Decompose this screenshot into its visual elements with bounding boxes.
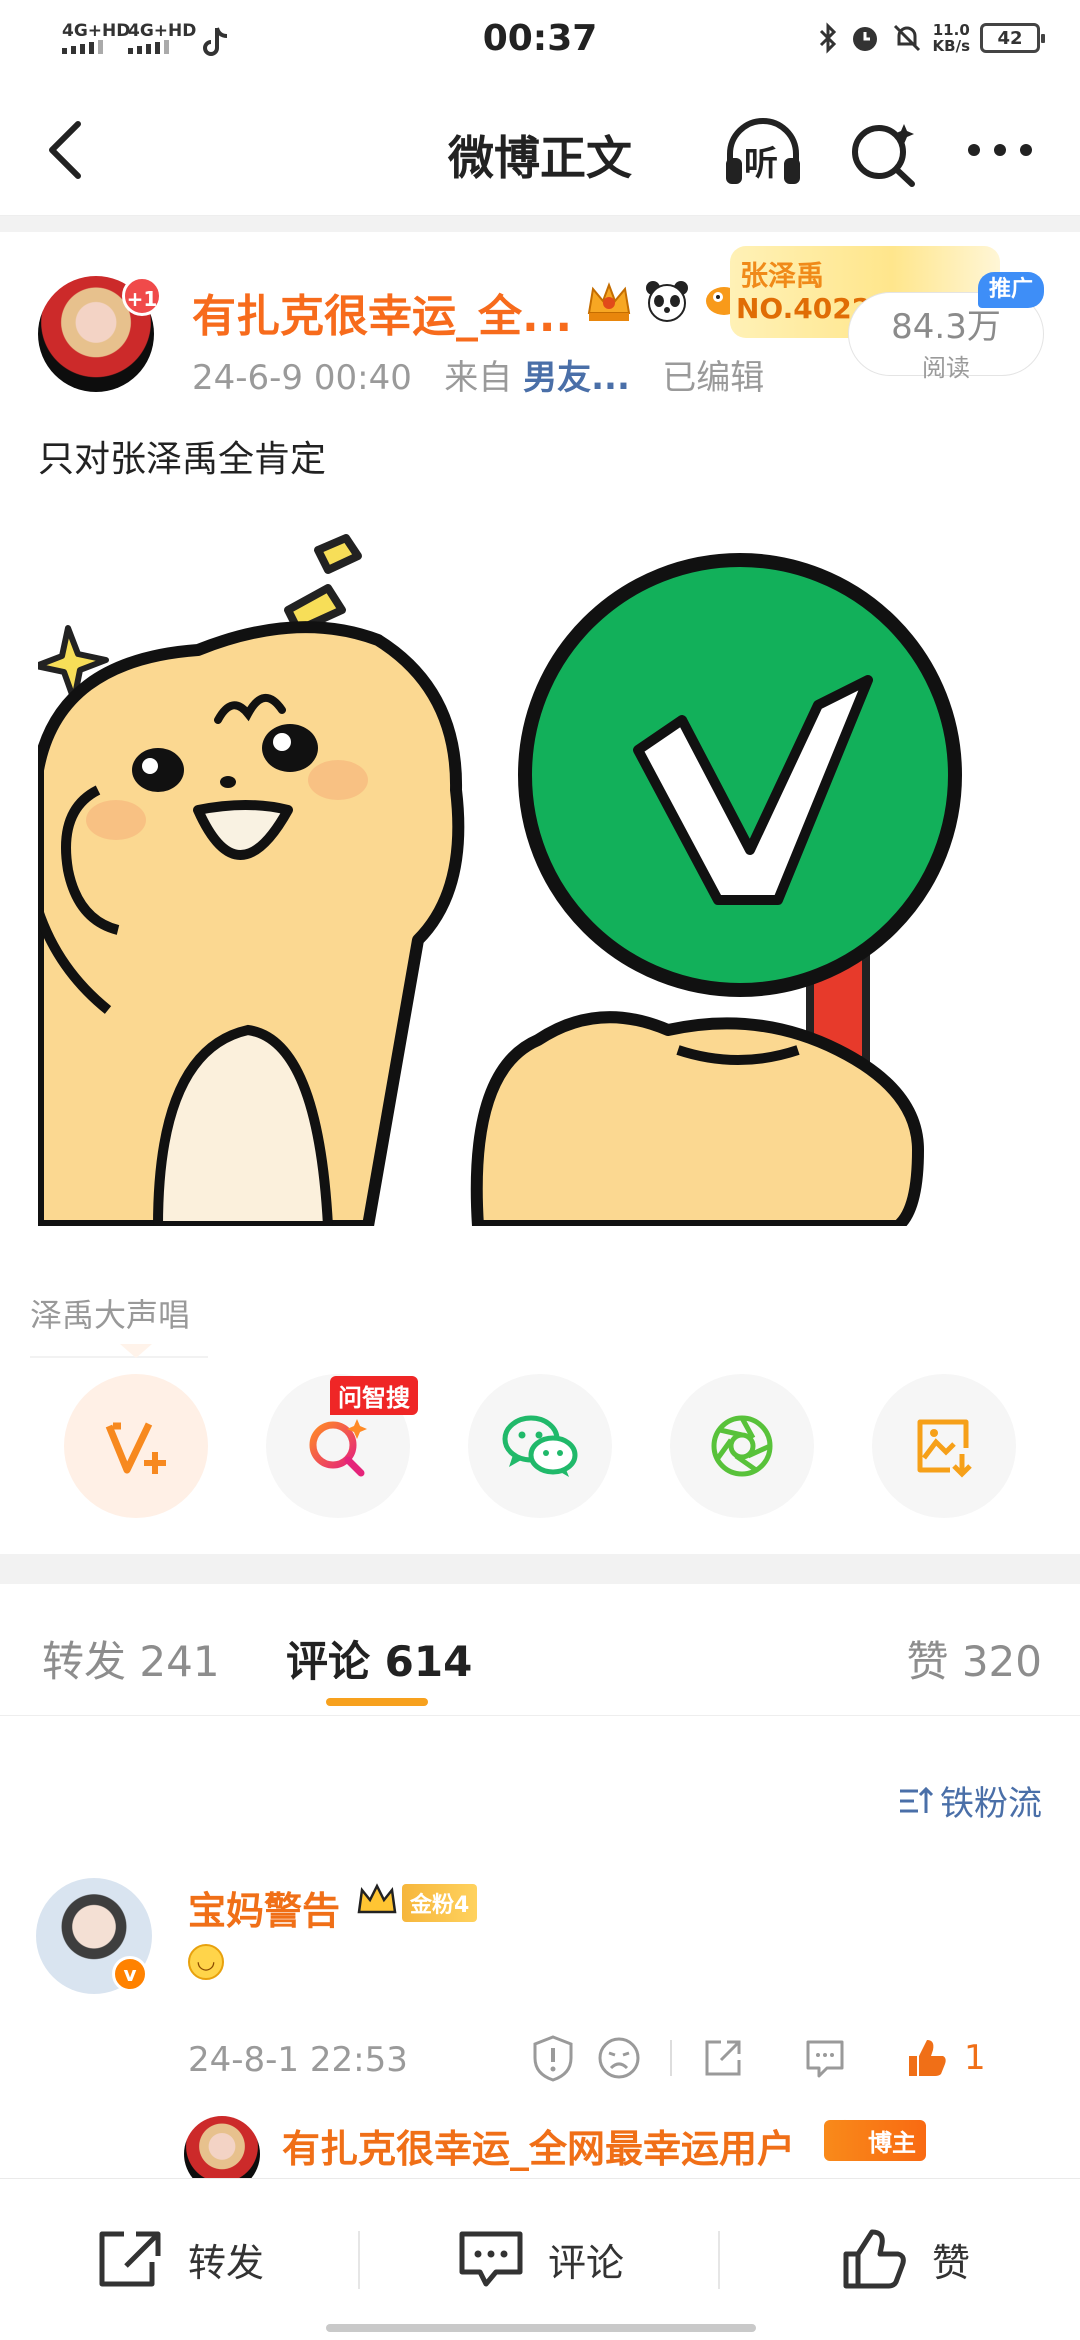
bluetooth-icon — [819, 22, 836, 54]
post-source[interactable]: 男友... — [523, 358, 630, 398]
comment-like-count: 1 — [964, 2038, 986, 2078]
dog-thumbs-up-sticker — [38, 534, 962, 1226]
feedback-tabs: 转发 241 评论 614 赞 320 — [0, 1584, 1080, 1716]
divider — [0, 1554, 1080, 1584]
tab-comment[interactable]: 评论 614 — [286, 1628, 472, 1689]
author-badge: 博主 — [824, 2120, 926, 2161]
verified-badge-icon: v — [112, 1956, 148, 1992]
comment-icon — [806, 2040, 844, 2078]
report-button[interactable] — [520, 2028, 586, 2088]
alarm-icon — [852, 27, 877, 51]
commenter-name[interactable]: 宝妈警告 — [188, 1880, 340, 1935]
moments-icon — [711, 1415, 773, 1477]
status-right: 11.0 KB/s 42 — [817, 21, 1045, 55]
share-icon — [705, 2040, 741, 2076]
more-icon[interactable] — [962, 118, 1038, 182]
reply-preview[interactable]: 有扎克很幸运_全网最幸运用户 博主 — [184, 2116, 1044, 2192]
wechat-share-button[interactable] — [468, 1374, 612, 1518]
reads-label: 阅读 — [922, 354, 970, 382]
avatar-badge: +1 — [122, 276, 162, 316]
sort-label: 铁粉流 — [940, 1784, 1042, 1824]
page-title: 微博正文 — [448, 131, 632, 185]
thumbs-up-icon — [843, 2229, 906, 2289]
save-image-button[interactable] — [872, 1374, 1016, 1518]
active-tab-indicator — [326, 1698, 428, 1706]
comment-share-button[interactable] — [690, 2028, 756, 2088]
comment-like-button[interactable] — [894, 2028, 960, 2088]
weibo-v-plus-icon — [105, 1422, 166, 1474]
repost-button[interactable]: 转发 — [96, 2219, 264, 2299]
net-speed: 11.0 KB/s — [932, 21, 970, 55]
author-name[interactable]: 有扎克很幸运_全... — [192, 280, 572, 344]
image-download-icon — [917, 1419, 972, 1478]
ai-search-icon — [309, 1419, 367, 1477]
edited-label[interactable]: 已编辑 — [662, 358, 764, 398]
fan-rank-name: 张泽禹 — [740, 259, 825, 292]
bar-separator — [358, 2231, 360, 2289]
comment-time: 24-8-1 22:53 — [188, 2040, 408, 2080]
shield-alert-icon — [533, 2035, 573, 2082]
comment-icon — [459, 2231, 523, 2287]
repost-label: 转发 — [188, 2240, 265, 2285]
fan-level-badge[interactable]: 金粉4 — [402, 1884, 478, 1922]
comment-label: 评论 — [548, 2240, 625, 2285]
bar-separator — [718, 2231, 720, 2289]
crown-icon — [357, 1883, 397, 1914]
search-icon[interactable] — [848, 118, 918, 188]
moments-share-button[interactable] — [670, 1374, 814, 1518]
home-indicator[interactable] — [326, 2324, 756, 2332]
ai-search-badge: 问智搜 — [330, 1376, 418, 1415]
author-badges — [584, 276, 750, 326]
share-row — [0, 1374, 1080, 1524]
comment-actions: 1 — [520, 2028, 986, 2088]
battery-indicator: 42 — [980, 23, 1045, 53]
dislike-button[interactable] — [586, 2028, 652, 2088]
sort-selector[interactable]: 铁粉流 — [898, 1776, 1042, 1825]
bottom-action-bar: 转发 评论 赞 — [0, 2178, 1080, 2340]
sad-face-icon — [598, 2037, 640, 2079]
thumbs-up-icon — [909, 2040, 946, 2076]
action-separator — [670, 2040, 672, 2076]
divider — [0, 216, 1080, 232]
status-bar: 4G+HD 4G+HD 00:37 11.0 KB/s 42 — [0, 0, 1080, 84]
reply-author-name: 有扎克很幸运_全网最幸运用户 — [282, 2127, 796, 2171]
comment-reply-button[interactable] — [792, 2028, 858, 2088]
like-label: 赞 — [932, 2240, 971, 2285]
like-button[interactable]: 赞 — [840, 2219, 970, 2299]
tab-like[interactable]: 赞 320 — [906, 1628, 1042, 1689]
listen-label: 听 — [744, 144, 778, 184]
repost-icon — [99, 2231, 161, 2287]
promo-badge[interactable]: 推广 — [978, 272, 1044, 308]
topic-tag[interactable]: 泽禹大声唱 — [30, 1290, 208, 1358]
crown-badge-icon[interactable] — [584, 276, 634, 326]
post-time: 24-6-9 00:40 — [192, 358, 412, 398]
topic-pointer — [120, 1344, 152, 1358]
smirk-emoji-icon: ◡ — [188, 1944, 224, 1980]
panda-badge-icon[interactable] — [642, 276, 692, 326]
post-header: +1 有扎克很幸运_全... 张泽禹 NO.4022 84.3万 阅读 推广 2… — [0, 246, 1080, 416]
listen-button[interactable]: 听 — [722, 118, 804, 188]
post-meta: 24-6-9 00:40 来自 男友... 已编辑 — [192, 350, 764, 399]
wechat-icon — [502, 1415, 578, 1477]
source-prefix: 来自 — [444, 358, 513, 398]
nav-bar: 微博正文 听 — [0, 84, 1080, 216]
mute-icon — [893, 24, 920, 52]
post-image[interactable] — [38, 510, 1044, 1226]
tab-repost[interactable]: 转发 241 — [42, 1628, 220, 1689]
sort-icon — [900, 1786, 934, 1813]
comment-button[interactable]: 评论 — [456, 2219, 624, 2299]
post-text: 只对张泽禹全肯定 — [38, 439, 327, 480]
weibo-share-button[interactable] — [64, 1374, 208, 1518]
